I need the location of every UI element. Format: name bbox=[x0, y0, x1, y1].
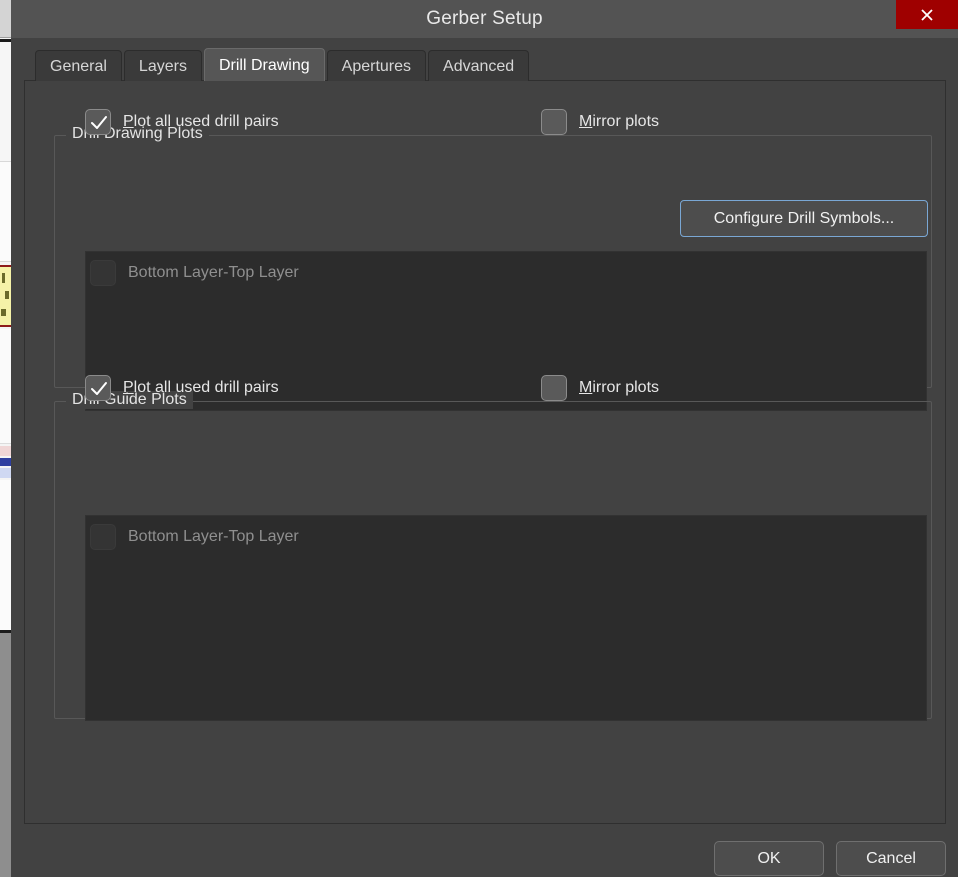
label-rest: irror plots bbox=[592, 379, 660, 396]
list-item: Bottom Layer-Top Layer bbox=[90, 524, 299, 550]
accel-char: M bbox=[579, 113, 593, 130]
configure-drill-symbols-button[interactable]: Configure Drill Symbols... bbox=[680, 200, 928, 237]
drill-guide-pairs-list[interactable]: Bottom Layer-Top Layer bbox=[85, 515, 927, 721]
accel-char: M bbox=[579, 379, 593, 396]
tab-panel-drill-drawing: Drill Drawing Plots Plot all used drill … bbox=[24, 80, 946, 824]
checkbox-row-mirror-plots-drawing[interactable]: Mirror plots bbox=[541, 109, 659, 135]
accel-char: P bbox=[123, 379, 134, 396]
gerber-setup-dialog: Gerber Setup General Layers Drill Drawin… bbox=[0, 0, 958, 877]
checkbox-plot-all-drill-pairs-guide[interactable] bbox=[85, 375, 111, 401]
checkmark-icon bbox=[91, 116, 107, 129]
label-rest: irror plots bbox=[592, 113, 660, 130]
tab-general[interactable]: General bbox=[35, 50, 122, 81]
checkbox-label-mirror-plots-drawing[interactable]: Mirror plots bbox=[579, 113, 659, 131]
tab-apertures[interactable]: Apertures bbox=[326, 50, 427, 81]
list-item-label-bottom-top-layer-drawing: Bottom Layer-Top Layer bbox=[128, 264, 299, 281]
close-icon bbox=[921, 8, 933, 21]
label-rest: lot all used drill pairs bbox=[133, 379, 279, 396]
checkbox-label-plot-all-drill-pairs-guide[interactable]: Plot all used drill pairs bbox=[123, 379, 279, 397]
checkbox-mirror-plots-guide[interactable] bbox=[541, 375, 567, 401]
label-rest: lot all used drill pairs bbox=[133, 113, 279, 130]
close-button[interactable] bbox=[896, 0, 958, 29]
dialog-title: Gerber Setup bbox=[426, 8, 543, 29]
tab-drill-drawing[interactable]: Drill Drawing bbox=[203, 48, 325, 81]
accel-char: P bbox=[123, 113, 134, 130]
list-item: Bottom Layer-Top Layer bbox=[90, 260, 299, 286]
tab-host: General Layers Drill Drawing Apertures A… bbox=[24, 48, 946, 824]
checkbox-row-plot-all-guide[interactable]: Plot all used drill pairs bbox=[85, 375, 279, 401]
cancel-button[interactable]: Cancel bbox=[836, 841, 946, 876]
checkmark-icon bbox=[91, 382, 107, 395]
checkbox-mirror-plots-drawing[interactable] bbox=[541, 109, 567, 135]
list-item-label-bottom-top-layer-guide: Bottom Layer-Top Layer bbox=[128, 528, 299, 545]
checkbox-row-plot-all-drawing[interactable]: Plot all used drill pairs bbox=[85, 109, 279, 135]
dialog-titlebar[interactable]: Gerber Setup bbox=[11, 0, 958, 38]
tab-advanced[interactable]: Advanced bbox=[428, 50, 530, 81]
ok-button[interactable]: OK bbox=[714, 841, 824, 876]
checkbox-bottom-top-layer-drawing bbox=[90, 260, 116, 286]
dialog-body: General Layers Drill Drawing Apertures A… bbox=[11, 38, 958, 877]
tab-layers[interactable]: Layers bbox=[123, 50, 202, 81]
checkbox-bottom-top-layer-guide bbox=[90, 524, 116, 550]
checkbox-plot-all-drill-pairs-drawing[interactable] bbox=[85, 109, 111, 135]
tab-strip: General Layers Drill Drawing Apertures A… bbox=[35, 48, 531, 81]
checkbox-label-plot-all-drill-pairs-drawing[interactable]: Plot all used drill pairs bbox=[123, 113, 279, 131]
checkbox-label-mirror-plots-guide[interactable]: Mirror plots bbox=[579, 379, 659, 397]
checkbox-row-mirror-plots-guide[interactable]: Mirror plots bbox=[541, 375, 659, 401]
